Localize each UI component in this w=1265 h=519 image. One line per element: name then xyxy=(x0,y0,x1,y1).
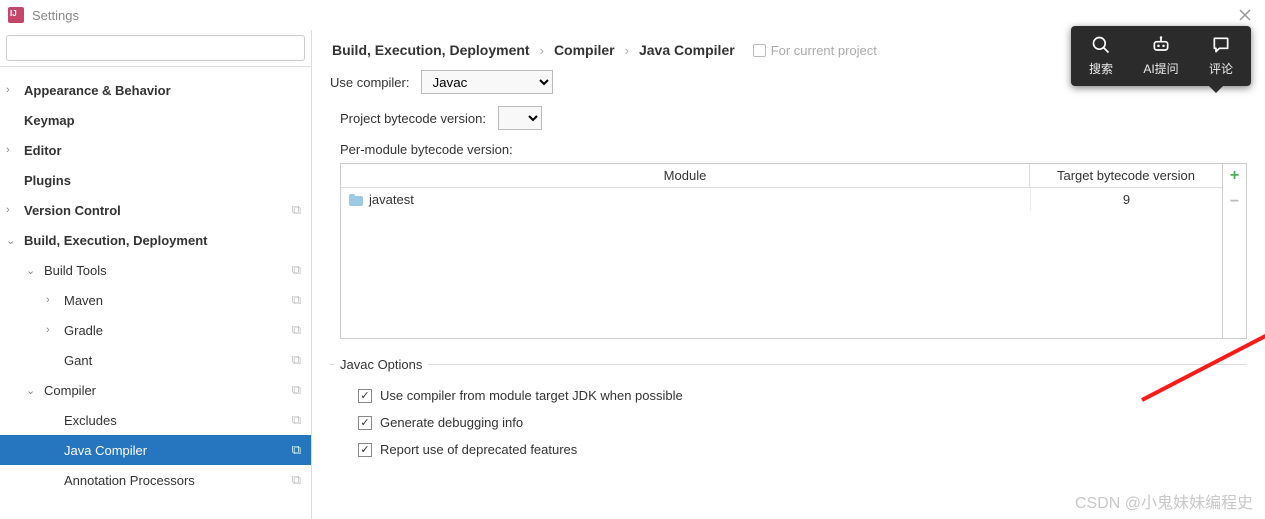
chevron-right-icon: › xyxy=(540,43,544,58)
tree-item-label: Maven xyxy=(64,293,292,308)
close-icon[interactable] xyxy=(1233,3,1257,27)
app-icon xyxy=(8,7,24,23)
tree-item-label: Appearance & Behavior xyxy=(24,83,301,98)
tree-item-label: Keymap xyxy=(24,113,301,128)
project-scope-icon: ⧉ xyxy=(292,292,301,308)
breadcrumb-part[interactable]: Compiler xyxy=(554,42,615,58)
chevron-icon: › xyxy=(6,144,22,156)
use-compiler-select[interactable]: Javac xyxy=(421,70,553,94)
table-row[interactable]: javatest9 xyxy=(341,188,1222,211)
table-cell-module: javatest xyxy=(341,188,1030,211)
chevron-icon: › xyxy=(6,204,22,216)
overlay-ai-button[interactable]: AI提问 xyxy=(1131,26,1191,86)
checkbox-label: Use compiler from module target JDK when… xyxy=(380,388,683,403)
checkbox[interactable]: ✓ xyxy=(358,443,372,457)
use-compiler-label: Use compiler: xyxy=(330,75,409,90)
chevron-icon: › xyxy=(46,324,62,336)
table-header-module[interactable]: Module xyxy=(341,164,1030,187)
table-cell-version[interactable]: 9 xyxy=(1030,188,1222,211)
tree-item-label: Build, Execution, Deployment xyxy=(24,233,301,248)
tree-item-appearance-behavior[interactable]: ›Appearance & Behavior xyxy=(0,75,311,105)
checkbox-label: Generate debugging info xyxy=(380,415,523,430)
project-scope-icon: ⧉ xyxy=(292,472,301,488)
sidebar: ›Appearance & BehaviorKeymap›EditorPlugi… xyxy=(0,30,312,519)
per-module-table: Module Target bytecode version javatest9 xyxy=(340,163,1223,339)
tree-item-excludes[interactable]: Excludes⧉ xyxy=(0,405,311,435)
tree-item-compiler[interactable]: ⌄Compiler⧉ xyxy=(0,375,311,405)
tree-item-maven[interactable]: ›Maven⧉ xyxy=(0,285,311,315)
tree-item-gradle[interactable]: ›Gradle⧉ xyxy=(0,315,311,345)
chevron-icon: › xyxy=(6,84,22,96)
chevron-icon: ⌄ xyxy=(6,234,22,247)
tree-item-label: Excludes xyxy=(64,413,292,428)
project-scope-icon: ⧉ xyxy=(292,412,301,428)
per-module-label: Per-module bytecode version: xyxy=(330,142,1247,157)
tree-item-label: Version Control xyxy=(24,203,292,218)
chevron-icon: ⌄ xyxy=(26,384,42,397)
tree-item-plugins[interactable]: Plugins xyxy=(0,165,311,195)
chevron-icon: ⌄ xyxy=(26,264,42,277)
tree-item-label: Build Tools xyxy=(44,263,292,278)
search-input[interactable] xyxy=(6,35,305,61)
remove-module-button[interactable]: − xyxy=(1227,194,1243,210)
chevron-icon: › xyxy=(46,294,62,306)
tree-item-label: Compiler xyxy=(44,383,292,398)
settings-tree: ›Appearance & BehaviorKeymap›EditorPlugi… xyxy=(0,67,311,519)
tree-item-java-compiler[interactable]: Java Compiler⧉ xyxy=(0,435,311,465)
tree-item-label: Java Compiler xyxy=(64,443,292,458)
project-scope-icon: ⧉ xyxy=(292,202,301,218)
tree-item-label: Editor xyxy=(24,143,301,158)
add-module-button[interactable]: + xyxy=(1227,168,1243,184)
checkbox[interactable]: ✓ xyxy=(358,416,372,430)
tree-item-build-tools[interactable]: ⌄Build Tools⧉ xyxy=(0,255,311,285)
scope-indicator: For current project xyxy=(753,43,877,58)
project-scope-icon xyxy=(753,44,766,57)
overlay-comment-button[interactable]: 评论 xyxy=(1191,26,1251,86)
tree-item-label: Plugins xyxy=(24,173,301,188)
javac-options-section: Javac Options ✓ Use compiler from module … xyxy=(330,357,1247,463)
tree-item-label: Gant xyxy=(64,353,292,368)
window-title: Settings xyxy=(32,8,79,23)
table-header-version[interactable]: Target bytecode version xyxy=(1030,164,1222,187)
content-area: Build, Execution, Deployment › Compiler … xyxy=(312,30,1265,519)
javac-options-legend: Javac Options xyxy=(334,357,428,372)
tree-item-gant[interactable]: Gant⧉ xyxy=(0,345,311,375)
project-scope-icon: ⧉ xyxy=(292,322,301,338)
project-bytecode-label: Project bytecode version: xyxy=(340,111,486,126)
tree-item-label: Gradle xyxy=(64,323,292,338)
checkbox-label: Report use of deprecated features xyxy=(380,442,577,457)
tree-item-keymap[interactable]: Keymap xyxy=(0,105,311,135)
tree-item-build-execution-deployment[interactable]: ⌄Build, Execution, Deployment xyxy=(0,225,311,255)
search-icon xyxy=(1091,35,1111,55)
folder-icon xyxy=(349,194,363,206)
robot-icon xyxy=(1151,35,1171,55)
project-scope-icon: ⧉ xyxy=(292,442,301,458)
tree-item-annotation-processors[interactable]: Annotation Processors⧉ xyxy=(0,465,311,495)
tree-item-label: Annotation Processors xyxy=(64,473,292,488)
breadcrumb-part[interactable]: Java Compiler xyxy=(639,42,735,58)
comment-icon xyxy=(1211,35,1231,55)
project-scope-icon: ⧉ xyxy=(292,352,301,368)
javac-option-row: ✓ Generate debugging info xyxy=(334,409,1237,436)
overlay-search-button[interactable]: 搜索 xyxy=(1071,26,1131,86)
chevron-right-icon: › xyxy=(625,43,629,58)
tree-item-editor[interactable]: ›Editor xyxy=(0,135,311,165)
javac-option-row: ✓ Use compiler from module target JDK whe… xyxy=(334,382,1237,409)
tree-item-version-control[interactable]: ›Version Control⧉ xyxy=(0,195,311,225)
javac-option-row: ✓ Report use of deprecated features xyxy=(334,436,1237,463)
project-scope-icon: ⧉ xyxy=(292,262,301,278)
breadcrumb-part[interactable]: Build, Execution, Deployment xyxy=(332,42,530,58)
project-scope-icon: ⧉ xyxy=(292,382,301,398)
checkbox[interactable]: ✓ xyxy=(358,389,372,403)
project-bytecode-select[interactable] xyxy=(498,106,542,130)
overlay-toolbar: 搜索 AI提问 评论 xyxy=(1071,26,1251,86)
